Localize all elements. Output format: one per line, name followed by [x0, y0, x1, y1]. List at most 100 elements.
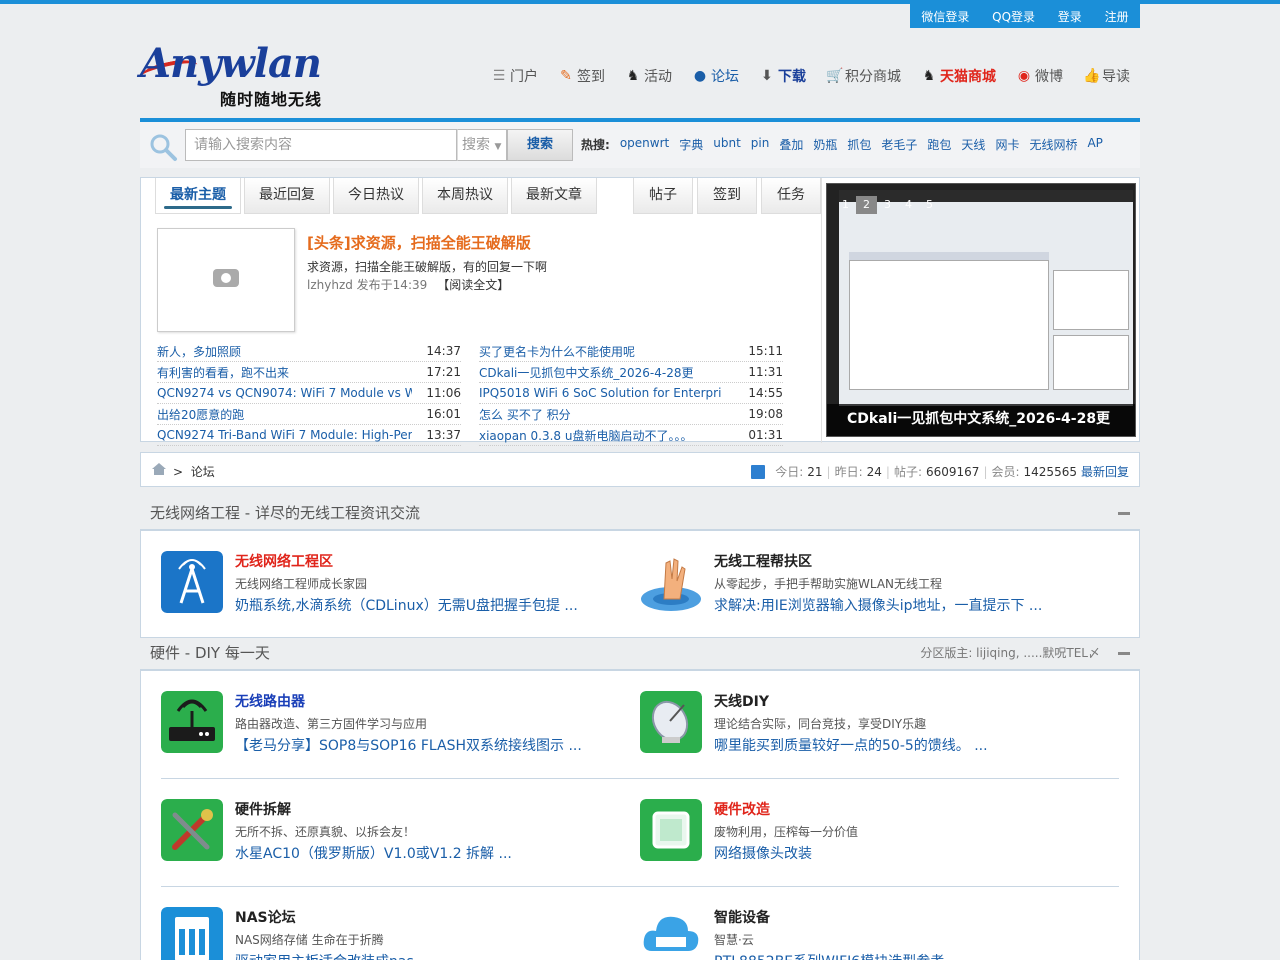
thread-link[interactable]: 有利害的看看，跑不出来 [157, 364, 412, 381]
forum-name[interactable]: 天线DIY [714, 691, 769, 711]
nas-icon[interactable] [161, 907, 223, 960]
hot-keyword[interactable]: AP [1087, 136, 1102, 153]
collapse-icon[interactable] [1118, 512, 1130, 515]
collapse-icon[interactable] [1118, 652, 1130, 655]
router-icon[interactable] [161, 691, 223, 753]
nav-weibo[interactable]: ◉ 微博 [1016, 64, 1063, 88]
forum-name[interactable]: 无线网络工程区 [235, 551, 333, 571]
tab-latest-articles[interactable]: 最新文章 [511, 178, 597, 214]
breadcrumb-path: > 论坛 [173, 463, 215, 480]
tab-week-hot[interactable]: 本周热议 [422, 178, 508, 214]
stat-yesterday: 24 [866, 464, 882, 479]
hot-keyword[interactable]: 字典 [679, 136, 703, 153]
thread-link[interactable]: 出给20愿意的跑 [157, 406, 412, 423]
tab-signin[interactable]: 签到 [697, 178, 757, 214]
slider-caption[interactable]: CDkali一见抓包中文系统_2026-4-28更 [827, 404, 1135, 436]
thread-link[interactable]: 怎么 买不了 积分 [479, 406, 734, 423]
help-hand-icon[interactable] [640, 551, 702, 613]
slider-page-2[interactable]: 2 [856, 196, 877, 214]
tab-posts[interactable]: 帖子 [633, 178, 693, 214]
forum-last-post[interactable]: 水星AC10（俄罗斯版）V1.0或V1.2 拆解 ... [235, 843, 512, 863]
qq-login-link[interactable]: QQ登录 [992, 8, 1035, 25]
group-moderators[interactable]: 分区版主: lijiqing, .....默呪TEL〆 [920, 637, 1100, 669]
thread-link[interactable]: QCN9274 Tri-Band WiFi 7 Module: High-Per [157, 428, 412, 442]
slider-page-5[interactable]: 5 [919, 196, 940, 214]
group-title[interactable]: 硬件 - DIY 每一天 [150, 644, 270, 662]
forum-last-post[interactable]: 驱动家用主板适合改装成nas [235, 951, 414, 960]
hot-keyword[interactable]: 天线 [961, 136, 985, 153]
thread-link[interactable]: IPQ5018 WiFi 6 SoC Solution for Enterpri [479, 386, 734, 400]
tab-tasks[interactable]: 任务 [761, 178, 821, 214]
hot-keyword[interactable]: 奶瓶 [813, 136, 837, 153]
cloud-router-icon[interactable] [640, 907, 702, 960]
hot-keyword[interactable]: openwrt [620, 136, 669, 153]
search-scope-select[interactable]: 搜索 ▼ [457, 129, 507, 161]
home-icon[interactable] [151, 462, 167, 476]
forum-name[interactable]: 硬件拆解 [235, 799, 291, 819]
list-item: QCN9274 vs QCN9074: WiFi 7 Module vs WiF… [157, 383, 461, 404]
tower-icon[interactable] [161, 551, 223, 613]
forum-antenna-diy: 天线DIY 理论结合实际，同台竞技，享受DIY乐趣 哪里能买到质量较好一点的50… [640, 691, 1110, 771]
satellite-dish-icon[interactable] [640, 691, 702, 753]
register-link[interactable]: 注册 [1105, 8, 1129, 25]
forum-last-post[interactable]: 求解决:用IE浏览器输入摄像头ip地址，一直提示下 ... [714, 595, 1042, 615]
hot-keyword[interactable]: 抓包 [847, 136, 871, 153]
forum-desc: NAS网络存储 生命在于折腾 [235, 933, 384, 947]
nav-signin[interactable]: ✎ 签到 [558, 64, 605, 88]
thread-link[interactable]: QCN9274 vs QCN9074: WiFi 7 Module vs WiF [157, 386, 412, 400]
forum-name[interactable]: NAS论坛 [235, 907, 296, 927]
forum-last-post[interactable]: 奶瓶系统,水滴系统（CDLinux）无需U盘把握手包提 ... [235, 595, 578, 615]
nav-activity[interactable]: ♞ 活动 [625, 64, 672, 88]
forum-name[interactable]: 无线工程帮扶区 [714, 551, 812, 571]
headline-title[interactable]: [头条]求资源，扫描全能王破解版 [307, 232, 531, 253]
forum-last-post[interactable]: RTL8852BE系列WIFI6模块选型参考 [714, 951, 944, 960]
login-link[interactable]: 登录 [1058, 8, 1082, 25]
nav-label: 下载 [778, 69, 806, 85]
search-input[interactable]: 请输入搜索内容 [185, 129, 457, 161]
tab-recent-replies[interactable]: 最近回复 [244, 178, 330, 214]
thread-link[interactable]: xiaopan 0.3.8 u盘新电脑启动不了。。。 [479, 427, 734, 444]
nav-forum[interactable]: ● 论坛 [692, 64, 739, 88]
hot-keyword[interactable]: 无线网桥 [1029, 136, 1077, 153]
chip-icon[interactable] [640, 799, 702, 861]
portal-divider [821, 178, 822, 443]
wechat-login-link[interactable]: 微信登录 [921, 8, 969, 25]
forum-last-post[interactable]: 网络摄像头改装 [714, 843, 812, 863]
thread-link[interactable]: CDkali一见抓包中文系统_2026-4-28更 [479, 364, 734, 381]
search-button[interactable]: 搜索 [507, 129, 573, 161]
forum-name[interactable]: 无线路由器 [235, 691, 305, 711]
thread-link[interactable]: 买了更名卡为什么不能使用呢 [479, 343, 734, 360]
group-title[interactable]: 无线网络工程 - 详尽的无线工程资讯交流 [150, 504, 420, 522]
forum-last-post[interactable]: 哪里能买到质量较好一点的50-5的馈线。 ... [714, 735, 988, 755]
slider-image[interactable] [839, 190, 1133, 406]
forum-last-post[interactable]: 【老马分享】SOP8与SOP16 FLASH双系统接线图示 ... [235, 735, 582, 755]
forum-name[interactable]: 硬件改造 [714, 799, 770, 819]
hot-keyword[interactable]: ubnt [713, 136, 741, 153]
hot-keyword[interactable]: 跑包 [927, 136, 951, 153]
site-logo[interactable]: Anywlan 随时随地无线 [138, 40, 350, 110]
tab-latest-threads[interactable]: 最新主题 [155, 178, 241, 214]
headline-thumbnail[interactable] [157, 228, 295, 332]
read-more-link[interactable]: 【阅读全文】 [437, 278, 509, 292]
slider-page-4[interactable]: 4 [898, 196, 919, 214]
nav-points-mall[interactable]: 🛒 积分商城 [826, 64, 901, 88]
tab-today-hot[interactable]: 今日热议 [333, 178, 419, 214]
list-item: 买了更名卡为什么不能使用呢 15:11 [479, 341, 783, 362]
hot-keyword[interactable]: 叠加 [779, 136, 803, 153]
thread-link[interactable]: 新人，多加照顾 [157, 343, 412, 360]
breadcrumb-forum[interactable]: 论坛 [191, 465, 215, 479]
hot-keyword[interactable]: 网卡 [995, 136, 1019, 153]
nav-portal[interactable]: ☰ 门户 [491, 64, 538, 88]
hot-keyword[interactable]: 老毛子 [881, 136, 917, 153]
slider-page-3[interactable]: 3 [877, 196, 898, 214]
latest-replies-link[interactable]: 最新回复 [1081, 463, 1129, 480]
hot-keyword[interactable]: pin [751, 136, 770, 153]
nav-tmall[interactable]: ♞ 天猫商城 [921, 64, 996, 88]
slider-page-1[interactable]: 1 [835, 196, 856, 214]
nav-guide[interactable]: 👍 导读 [1083, 64, 1130, 88]
tools-icon[interactable] [161, 799, 223, 861]
forum-desc: 从零起步，手把手帮助实施WLAN无线工程 [714, 577, 943, 591]
forum-name[interactable]: 智能设备 [714, 907, 770, 927]
nav-download[interactable]: ⬇ 下载 [759, 64, 806, 88]
image-slider[interactable]: 1 2 3 4 5 CDkali一见抓包中文系统_2026-4-28更 [826, 183, 1136, 437]
